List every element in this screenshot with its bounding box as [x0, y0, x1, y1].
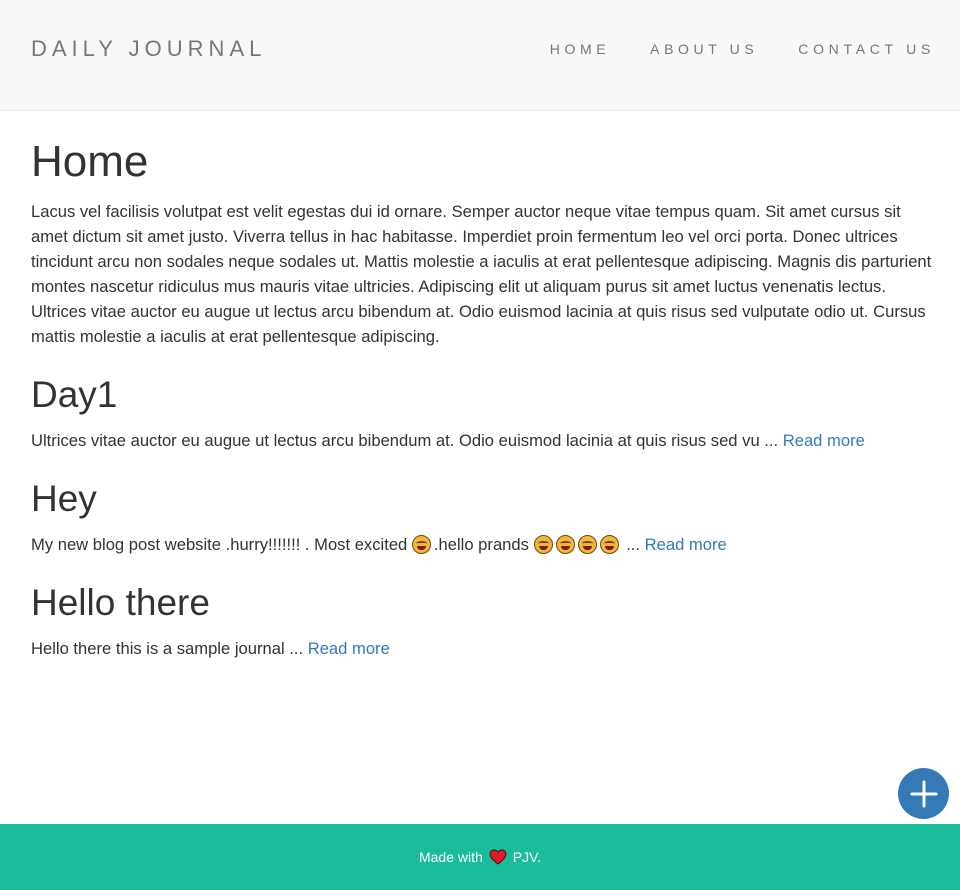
post-excerpt-text: My new blog post website .hurry!!!!!!! .…	[31, 535, 408, 554]
navbar: DAILY JOURNAL HOME ABOUT US CONTACT US	[0, 0, 960, 111]
post-hello-there: Hello there Hello there this is a sample…	[31, 583, 936, 661]
page-title: Home	[31, 137, 149, 186]
tears-of-joy-emoji-icon	[533, 535, 553, 554]
tears-of-joy-emoji-icon	[555, 535, 575, 554]
post-excerpt-text: .hello prands	[433, 535, 529, 554]
nav-home-link[interactable]: HOME	[550, 40, 610, 58]
post-title: Hello there	[31, 582, 210, 623]
post-excerpt: My new blog post website .hurry!!!!!!! .…	[31, 533, 936, 557]
post-day1: Day1 Ultrices vitae auctor eu augue ut l…	[31, 375, 936, 453]
main-content: Home Lacus vel facilisis volutpat est ve…	[31, 138, 936, 661]
post-excerpt: Hello there this is a sample journal ...…	[31, 637, 936, 661]
heart-icon	[489, 849, 507, 865]
post-excerpt: Ultrices vitae auctor eu augue ut lectus…	[31, 429, 936, 453]
read-more-link[interactable]: Read more	[308, 639, 390, 658]
compose-button[interactable]	[898, 768, 949, 819]
post-excerpt-text: ...	[626, 535, 641, 554]
tears-of-joy-emoji-icon	[577, 535, 597, 554]
post-excerpt-text: Ultrices vitae auctor eu augue ut lectus…	[31, 431, 779, 450]
tears-of-joy-emoji-icon	[599, 535, 619, 554]
post-title: Hey	[31, 478, 97, 519]
footer-text: Made with	[418, 849, 483, 865]
post-title: Day1	[31, 374, 118, 415]
plus-icon	[910, 780, 937, 807]
read-more-link[interactable]: Read more	[645, 535, 727, 554]
nav-about-link[interactable]: ABOUT US	[650, 40, 758, 58]
read-more-link[interactable]: Read more	[783, 431, 865, 450]
nav-links: HOME ABOUT US CONTACT US	[550, 40, 931, 58]
footer-text: PJV.	[512, 849, 542, 865]
post-excerpt-text: Hello there this is a sample journal ...	[31, 639, 304, 658]
brand-logo[interactable]: DAILY JOURNAL	[31, 36, 266, 62]
laughing-emoji-icon	[411, 535, 431, 554]
post-hey: Hey My new blog post website .hurry!!!!!…	[31, 479, 936, 557]
nav-contact-link[interactable]: CONTACT US	[798, 40, 935, 58]
intro-paragraph: Lacus vel facilisis volutpat est velit e…	[31, 202, 932, 346]
footer: Made with PJV.	[0, 824, 960, 890]
